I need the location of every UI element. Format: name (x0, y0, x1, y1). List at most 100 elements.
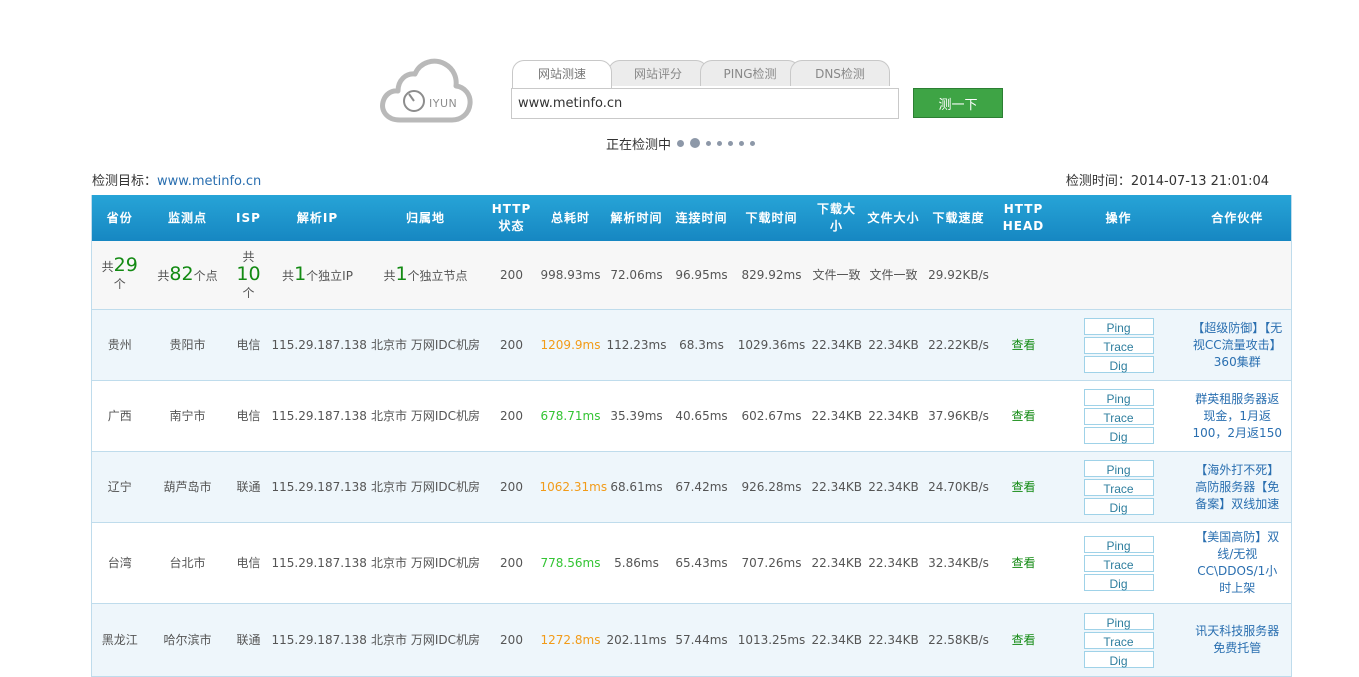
cell-speed: 24.70KB/s (923, 451, 994, 523)
cell-isp: 联通 (227, 451, 270, 523)
tab-site-score[interactable]: 网站评分 (608, 60, 708, 86)
summary-points-suffix: 个点 (193, 268, 218, 283)
cell-province: 广西 (91, 380, 148, 452)
header-http-head: HTTP HEAD (993, 195, 1054, 241)
header-http-status: HTTP状态 (485, 195, 538, 241)
summary-http-head (993, 241, 1054, 310)
cell-location: 北京市 万网IDC机房 (365, 380, 486, 452)
trace-button[interactable]: Trace (1083, 336, 1154, 354)
table-row: 辽宁 葫芦岛市 联通 115.29.187.138 北京市 万网IDC机房 200 1062… (91, 451, 1292, 523)
cell-download-size: 22.34KB (809, 522, 864, 604)
summary-speed: 29.92KB/s (923, 241, 994, 310)
ping-button[interactable]: Ping (1083, 388, 1154, 406)
summary-provinces-suffix: 个 (113, 277, 126, 291)
partner-link[interactable]: 【美国高防】双线/无视CC\DDOS/1小时上架 (1186, 529, 1290, 597)
ping-button[interactable]: Ping (1083, 317, 1154, 335)
tab-speed-test[interactable]: 网站测速 (512, 60, 612, 88)
dig-button[interactable]: Dig (1083, 573, 1154, 591)
cell-resolve-time: 5.86ms (603, 522, 670, 604)
cell-operations: Ping Trace Dig (1053, 522, 1184, 604)
cell-file-size: 22.34KB (863, 380, 924, 452)
view-head-link[interactable]: 查看 (1011, 338, 1035, 352)
cell-province: 贵州 (91, 309, 148, 381)
table-row: 黑龙江 哈尔滨市 联通 115.29.187.138 北京市 万网IDC机房 200 127… (91, 603, 1292, 677)
cell-ip[interactable]: 115.29.187.138 (269, 380, 367, 452)
cell-status: 200 (485, 603, 538, 677)
partner-link[interactable]: 【海外打不死】高防服务器【免备案】双线加速 (1186, 462, 1290, 513)
header-download-size: 下载大小 (809, 195, 864, 241)
trace-button[interactable]: Trace (1083, 478, 1154, 496)
cell-download-time: 1029.36ms (733, 309, 810, 381)
test-button[interactable]: 测一下 (913, 88, 1003, 118)
ping-button[interactable]: Ping (1083, 612, 1154, 630)
header-isp: ISP (227, 195, 270, 241)
tab-ping-check[interactable]: PING检测 (700, 60, 800, 86)
trace-button[interactable]: Trace (1083, 631, 1154, 649)
cell-operations: Ping Trace Dig (1053, 309, 1184, 381)
summary-file-size: 文件一致 (863, 241, 924, 310)
progress-indicator: 正在检测中 (606, 134, 761, 153)
cell-location: 北京市 万网IDC机房 (365, 309, 486, 381)
target-link[interactable]: www.metinfo.cn (157, 174, 261, 189)
summary-status: 200 (485, 241, 538, 310)
cell-partner: 【美国高防】双线/无视CC\DDOS/1小时上架 (1183, 522, 1292, 604)
trace-button[interactable]: Trace (1083, 407, 1154, 425)
cell-ip[interactable]: 115.29.187.138 (269, 309, 367, 381)
cell-http-head: 查看 (993, 603, 1054, 677)
summary-points-count: 82 (169, 262, 194, 285)
dig-button[interactable]: Dig (1083, 650, 1154, 668)
total-time-value: 1062.31ms (539, 479, 608, 494)
cell-status: 200 (485, 380, 538, 452)
summary-provinces-count: 29 (113, 254, 138, 276)
summary-nodes-suffix: 个独立节点 (407, 268, 468, 283)
cell-ip[interactable]: 115.29.187.138 (269, 451, 367, 523)
dig-button[interactable]: Dig (1083, 426, 1154, 444)
summary-provinces: 共29 个 (91, 241, 148, 310)
total-time-value: 1209.9ms (540, 337, 601, 352)
dig-button[interactable]: Dig (1083, 355, 1154, 373)
summary-ips-count: 1 (294, 262, 307, 285)
header-resolved-ip: 解析IP (269, 195, 366, 241)
summary-ips-prefix: 共 (282, 268, 295, 283)
cell-ip[interactable]: 115.29.187.138 (269, 603, 367, 677)
view-head-link[interactable]: 查看 (1011, 633, 1035, 647)
total-time-value: 678.71ms (540, 408, 601, 423)
cell-file-size: 22.34KB (863, 309, 924, 381)
cell-ip[interactable]: 115.29.187.138 (269, 522, 367, 604)
total-time-value: 778.56ms (540, 555, 601, 570)
view-head-link[interactable]: 查看 (1011, 480, 1035, 494)
cell-speed: 37.96KB/s (923, 380, 994, 452)
partner-link[interactable]: 群英租服务器返现金，1月返100，2月返150 (1186, 391, 1290, 442)
cell-total-time: 1209.9ms (537, 309, 604, 381)
cell-download-size: 22.34KB (809, 309, 864, 381)
ping-button[interactable]: Ping (1083, 459, 1154, 477)
cell-partner: 【超级防御】【无视CC流量攻击】360集群 (1183, 309, 1292, 381)
view-head-link[interactable]: 查看 (1011, 409, 1035, 423)
header-operations: 操作 (1053, 195, 1184, 241)
partner-link[interactable]: 讯天科技服务器免费托管 (1186, 623, 1290, 657)
trace-button[interactable]: Trace (1083, 554, 1154, 572)
summary-isps-count: 10 (236, 262, 261, 285)
cell-speed: 32.34KB/s (923, 522, 994, 604)
ping-button[interactable]: Ping (1083, 535, 1154, 553)
cell-status: 200 (485, 451, 538, 523)
tab-dns-check[interactable]: DNS检测 (790, 60, 890, 86)
view-head-link[interactable]: 查看 (1011, 556, 1035, 570)
cell-http-head: 查看 (993, 380, 1054, 452)
summary-resolve-time: 72.06ms (603, 241, 670, 310)
table-row: 台湾 台北市 电信 115.29.187.138 北京市 万网IDC机房 200 778.5… (91, 522, 1292, 604)
cell-partner: 讯天科技服务器免费托管 (1183, 603, 1292, 677)
cell-resolve-time: 68.61ms (603, 451, 670, 523)
url-input[interactable] (511, 88, 899, 119)
partner-link[interactable]: 【超级防御】【无视CC流量攻击】360集群 (1186, 320, 1290, 371)
cell-province: 台湾 (91, 522, 148, 604)
cell-download-size: 22.34KB (809, 603, 864, 677)
dig-button[interactable]: Dig (1083, 497, 1154, 515)
cell-download-size: 22.34KB (809, 451, 864, 523)
summary-row: 共29 个 共82个点 共 10 个 共1个独立IP 共1个独立节点 200 998.… (91, 241, 1292, 310)
site-logo[interactable]: IYUN (378, 56, 474, 126)
cell-status: 200 (485, 309, 538, 381)
cell-isp: 联通 (227, 603, 270, 677)
summary-isps: 共 10 个 (227, 241, 270, 310)
cell-speed: 22.22KB/s (923, 309, 994, 381)
